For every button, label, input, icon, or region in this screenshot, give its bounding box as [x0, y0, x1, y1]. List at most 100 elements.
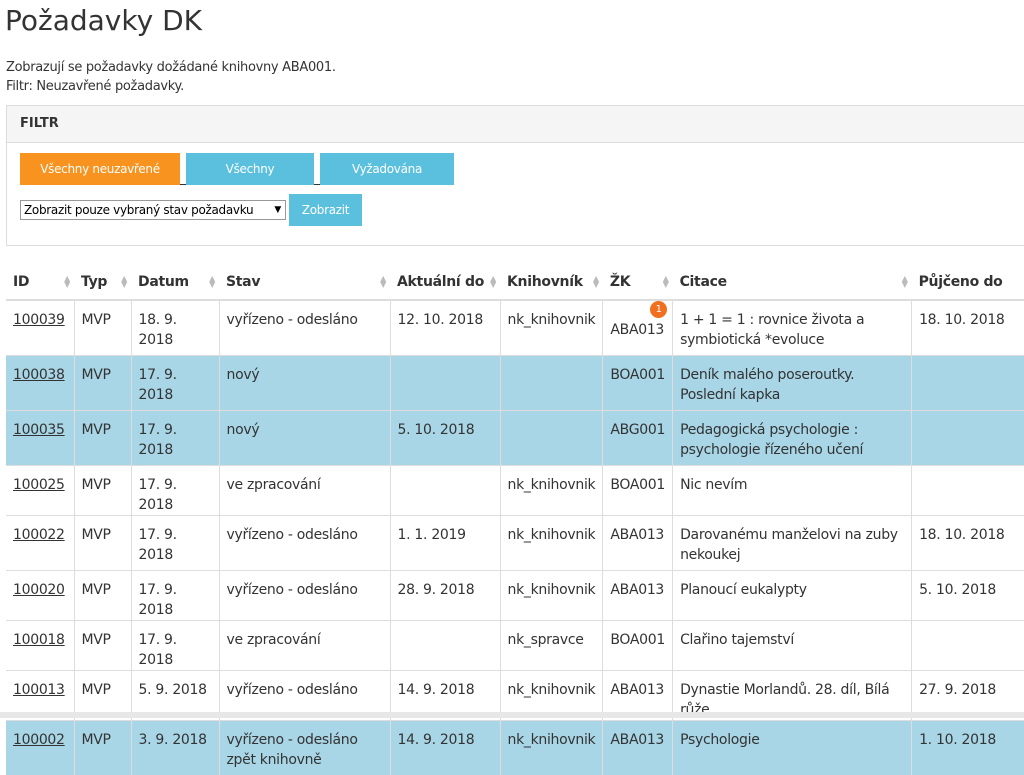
table-header-row: ID▲▼ Typ▲▼ Datum▲▼ Stav▲▼ Aktuální do▲▼ … — [6, 265, 1024, 300]
all-open-button[interactable]: Všechny neuzavřené (9) — [20, 153, 180, 185]
table-row: 100025 MVP 17. 9. 2018 ve zpracování nk_… — [6, 466, 1024, 516]
horizontal-scrollbar[interactable] — [0, 712, 1024, 718]
cell-stav: nový — [219, 411, 390, 466]
cell-pujceno-do — [912, 356, 1024, 411]
cell-citace: Clařino tajemství — [673, 621, 912, 671]
table-row: 100038 MVP 17. 9. 2018 nový BOA001 Deník… — [6, 356, 1024, 411]
column-header-pujceno-do[interactable]: Půjčeno do — [912, 265, 1024, 300]
cell-stav: nový — [219, 356, 390, 411]
request-id-link[interactable]: 100020 — [13, 582, 65, 598]
cell-knihovnik: nk_knihovnik — [500, 516, 603, 571]
column-header-stav[interactable]: Stav▲▼ — [219, 265, 390, 300]
cell-aktualni-do — [390, 356, 500, 411]
request-id-link[interactable]: 100018 — [13, 632, 65, 648]
state-select[interactable]: Zobrazit pouze vybraný stav požadavku ▼ — [20, 200, 286, 220]
sort-icon: ▲▼ — [902, 276, 908, 288]
cell-stav: vyřízeno - odesláno — [219, 300, 390, 356]
cell-citace: Psychologie — [673, 721, 912, 775]
cell-typ: MVP — [74, 411, 131, 466]
cell-aktualni-do — [390, 466, 500, 516]
cell-citace: Pedagogická psychologie : psychologie ří… — [673, 411, 912, 466]
column-header-id[interactable]: ID▲▼ — [6, 265, 74, 300]
show-button[interactable]: Zobrazit — [289, 194, 362, 226]
cell-typ: MVP — [74, 356, 131, 411]
cell-aktualni-do: 14. 9. 2018 — [390, 721, 500, 775]
requests-table: ID▲▼ Typ▲▼ Datum▲▼ Stav▲▼ Aktuální do▲▼ … — [6, 265, 1024, 775]
filter-heading: FILTR — [7, 106, 1024, 143]
info-filter-line: Filtr: Neuzavřené požadavky. — [6, 77, 336, 96]
cell-zk: ABA013 — [603, 516, 673, 571]
table-row: 100018 MVP 17. 9. 2018 ve zpracování nk_… — [6, 621, 1024, 671]
cell-knihovnik: nk_knihovnik — [500, 466, 603, 516]
cell-aktualni-do: 5. 10. 2018 — [390, 411, 500, 466]
cell-zk: ABA013 — [603, 571, 673, 621]
cell-pujceno-do — [912, 411, 1024, 466]
sort-icon: ▲▼ — [663, 276, 669, 288]
cell-stav: vyřízeno - odesláno — [219, 571, 390, 621]
cell-datum: 17. 9. 2018 — [131, 356, 219, 411]
cell-knihovnik: nk_knihovnik — [500, 721, 603, 775]
cell-citace: Deník malého poseroutky. Poslední kapka — [673, 356, 912, 411]
request-id-link[interactable]: 100002 — [13, 732, 65, 748]
cell-typ: MVP — [74, 721, 131, 775]
action-required-button[interactable]: Vyžadována reakce — [320, 153, 454, 185]
cell-zk: ABA013 — [603, 721, 673, 775]
cell-typ: MVP — [74, 300, 131, 356]
cell-datum: 17. 9. 2018 — [131, 466, 219, 516]
cell-aktualni-do: 28. 9. 2018 — [390, 571, 500, 621]
column-header-typ[interactable]: Typ▲▼ — [74, 265, 131, 300]
cell-datum: 17. 9. 2018 — [131, 571, 219, 621]
cell-pujceno-do: 18. 10. 2018 — [912, 516, 1024, 571]
cell-pujceno-do: 18. 10. 2018 — [912, 300, 1024, 356]
cell-zk: BOA001 — [603, 621, 673, 671]
request-id-link[interactable]: 100022 — [13, 527, 65, 543]
filter-info: Zobrazují se požadavky dožádané knihovny… — [6, 58, 336, 96]
table-row: 100020 MVP 17. 9. 2018 vyřízeno - odeslá… — [6, 571, 1024, 621]
cell-citace: 1 + 1 = 1 : rovnice života a symbiotická… — [673, 300, 912, 356]
sort-icon: ▲▼ — [490, 276, 496, 288]
column-header-datum[interactable]: Datum▲▼ — [131, 265, 219, 300]
column-header-aktualni-do[interactable]: Aktuální do▲▼ — [390, 265, 500, 300]
sort-icon: ▲▼ — [593, 276, 599, 288]
cell-aktualni-do: 1. 1. 2019 — [390, 516, 500, 571]
filter-panel: FILTR Všechny neuzavřené (9) Všechny uza… — [6, 105, 1024, 246]
cell-typ: MVP — [74, 621, 131, 671]
cell-zk: BOA001 — [603, 356, 673, 411]
cell-knihovnik — [500, 411, 603, 466]
dropdown-arrow-icon: ▼ — [274, 201, 281, 219]
cell-datum: 3. 9. 2018 — [131, 721, 219, 775]
cell-datum: 17. 9. 2018 — [131, 621, 219, 671]
info-library-line: Zobrazují se požadavky dožádané knihovny… — [6, 58, 336, 77]
cell-typ: MVP — [74, 571, 131, 621]
cell-citace: Nic nevím — [673, 466, 912, 516]
sort-icon: ▲▼ — [64, 276, 70, 288]
all-closed-button[interactable]: Všechny uzavřené — [186, 153, 314, 185]
cell-pujceno-do: 1. 10. 2018 — [912, 721, 1024, 775]
cell-typ: MVP — [74, 516, 131, 571]
column-header-citace[interactable]: Citace▲▼ — [673, 265, 912, 300]
request-id-link[interactable]: 100013 — [13, 682, 65, 698]
cell-knihovnik — [500, 356, 603, 411]
cell-datum: 18. 9. 2018 — [131, 300, 219, 356]
column-header-knihovnik[interactable]: Knihovník▲▼ — [500, 265, 603, 300]
cell-aktualni-do — [390, 621, 500, 671]
cell-pujceno-do — [912, 466, 1024, 516]
cell-stav: vyřízeno - odesláno — [219, 516, 390, 571]
table-row: 100022 MVP 17. 9. 2018 vyřízeno - odeslá… — [6, 516, 1024, 571]
cell-citace: Planoucí eukalypty — [673, 571, 912, 621]
cell-datum: 17. 9. 2018 — [131, 411, 219, 466]
request-id-link[interactable]: 100038 — [13, 367, 65, 383]
request-id-link[interactable]: 100039 — [13, 312, 65, 328]
sort-icon: ▲▼ — [121, 276, 127, 288]
column-header-zk[interactable]: ŽK▲▼ — [603, 265, 673, 300]
cell-zk: ABG001 — [603, 411, 673, 466]
cell-typ: MVP — [74, 466, 131, 516]
table-row: 100039 MVP 18. 9. 2018 vyřízeno - odeslá… — [6, 300, 1024, 356]
cell-knihovnik: nk_knihovnik — [500, 571, 603, 621]
cell-pujceno-do — [912, 621, 1024, 671]
request-id-link[interactable]: 100025 — [13, 477, 65, 493]
cell-zk: BOA001 — [603, 466, 673, 516]
cell-citace: Darovanému manželovi na zuby nekoukej — [673, 516, 912, 571]
request-id-link[interactable]: 100035 — [13, 422, 65, 438]
table-row: 100002 MVP 3. 9. 2018 vyřízeno - odeslán… — [6, 721, 1024, 775]
